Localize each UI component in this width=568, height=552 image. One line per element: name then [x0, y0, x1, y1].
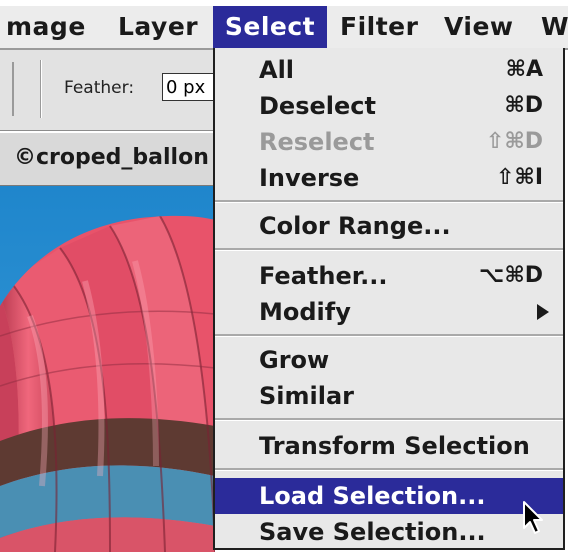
menu-item-inverse[interactable]: Inverse ⇧⌘I — [215, 160, 563, 196]
shortcut-all: ⌘A — [505, 57, 543, 82]
menu-item-feather[interactable]: Feather... ⌥⌘D — [215, 258, 563, 294]
balloon-photo — [0, 186, 215, 552]
menu-item-similar[interactable]: Similar — [215, 378, 563, 414]
options-bar: Feather: — [0, 50, 222, 131]
menu-separator — [215, 248, 563, 251]
menu-item-reselect: Reselect ⇧⌘D — [215, 124, 563, 160]
menu-bar: mage Layer Select Filter View W — [0, 6, 568, 50]
menu-item-save-selection[interactable]: Save Selection... — [215, 514, 563, 550]
menu-item-transform-selection[interactable]: Transform Selection — [215, 428, 563, 464]
menu-item-all[interactable]: All ⌘A — [215, 52, 563, 88]
document-title: ©croped_ballon — [14, 145, 209, 170]
menu-view[interactable]: View — [444, 6, 514, 48]
menu-item-deselect[interactable]: Deselect ⌘D — [215, 88, 563, 124]
menu-image[interactable]: mage — [6, 6, 86, 48]
menu-select[interactable]: Select — [213, 6, 327, 48]
menu-item-load-selection[interactable]: Load Selection... — [215, 478, 563, 514]
shortcut-reselect: ⇧⌘D — [485, 129, 543, 154]
menu-separator — [215, 468, 563, 471]
select-menu-dropdown: All ⌘A Deselect ⌘D Reselect ⇧⌘D Inverse … — [213, 48, 565, 550]
menu-filter[interactable]: Filter — [340, 6, 418, 48]
feather-label: Feather: — [64, 78, 135, 98]
document-title-bar[interactable]: ©croped_ballon — [0, 132, 215, 186]
arrow-cursor-icon — [523, 501, 543, 534]
shortcut-feather: ⌥⌘D — [478, 263, 543, 288]
options-bar-grip — [0, 62, 14, 116]
menu-layer[interactable]: Layer — [118, 6, 198, 48]
submenu-arrow-icon — [537, 304, 549, 320]
menu-separator — [215, 334, 563, 337]
menu-separator — [215, 200, 563, 203]
menu-item-color-range[interactable]: Color Range... — [215, 208, 563, 244]
menu-window[interactable]: W — [541, 6, 568, 48]
shortcut-deselect: ⌘D — [504, 93, 543, 118]
menu-separator — [215, 418, 563, 421]
options-separator — [40, 60, 42, 118]
image-canvas[interactable] — [0, 186, 215, 552]
shortcut-inverse: ⇧⌘I — [495, 165, 543, 190]
menu-item-modify[interactable]: Modify — [215, 294, 563, 330]
menu-item-grow[interactable]: Grow — [215, 342, 563, 378]
photoshop-window: mage Layer Select Filter View W Feather:… — [0, 0, 568, 552]
